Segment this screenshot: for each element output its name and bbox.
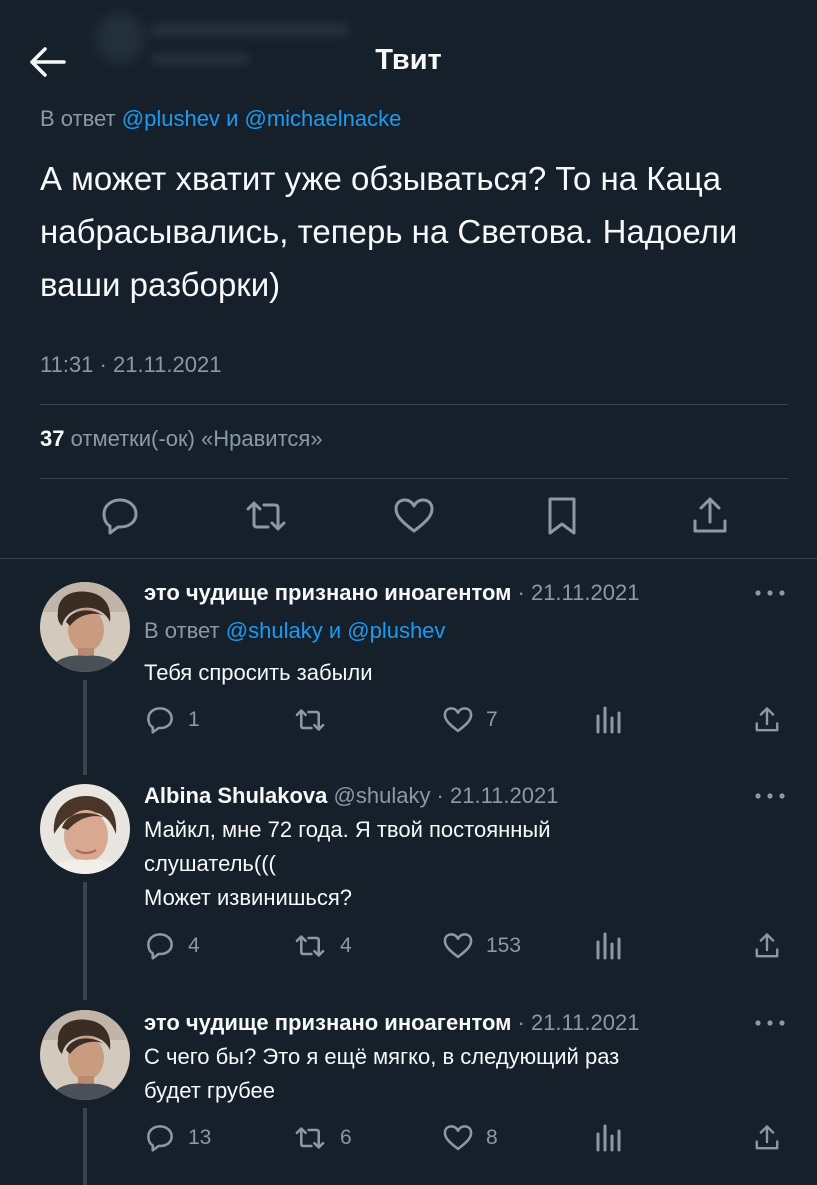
top-bar: Твит	[0, 0, 817, 110]
reply-button[interactable]: 4	[144, 928, 200, 964]
reply-and: и	[226, 106, 239, 131]
reply-action-bar: 4 4 153	[144, 928, 794, 964]
tweet-timestamp[interactable]: 11:31 · 21.11.2021	[40, 352, 221, 378]
like-icon[interactable]	[392, 494, 436, 538]
retweet-icon	[295, 935, 325, 957]
analytics-icon[interactable]	[594, 928, 622, 964]
reply-button[interactable]: 13	[144, 1120, 211, 1156]
reply-text-line: будет грубее	[144, 1078, 276, 1103]
like-count: 153	[486, 934, 522, 957]
likes-summary[interactable]: 37 отметки(-ок) «Нравится»	[40, 426, 323, 452]
mention-link[interactable]: @shulaky	[226, 618, 323, 643]
reply-header: Albina Shulakova @shulaky · 21.11.2021	[144, 783, 558, 809]
more-icon[interactable]	[752, 1013, 788, 1033]
reply-button[interactable]: 1	[144, 702, 200, 738]
like-button[interactable]: 8	[442, 1120, 498, 1156]
author-name[interactable]: это чудище признано иноагентом	[144, 580, 511, 605]
author-name[interactable]: это чудище признано иноагентом	[144, 1010, 511, 1035]
reply-text-line: С чего бы? Это я ещё мягко, в следующий …	[144, 1044, 620, 1069]
like-count: 8	[486, 1126, 498, 1149]
more-icon[interactable]	[752, 786, 788, 806]
reply-text: С чего бы? Это я ещё мягко, в следующий …	[144, 1040, 764, 1108]
reply-prefix: В ответ	[40, 106, 116, 131]
reply-meta: @shulaky · 21.11.2021	[333, 783, 559, 808]
avatar[interactable]	[40, 582, 130, 672]
like-button[interactable]: 7	[442, 702, 498, 738]
reply-icon	[147, 1125, 173, 1152]
reply-context: В ответ @shulaky и @plushev	[144, 618, 445, 644]
share-icon[interactable]	[752, 928, 782, 964]
reply-count: 4	[188, 934, 200, 957]
author-name[interactable]: Albina Shulakova	[144, 783, 327, 808]
divider	[40, 478, 788, 479]
retweet-icon	[295, 709, 325, 731]
reply-action-bar: 13 6 8	[144, 1120, 794, 1156]
retweet-count: 4	[340, 934, 352, 957]
analytics-icon[interactable]	[594, 702, 622, 738]
like-icon	[443, 707, 473, 733]
thread-line	[83, 1108, 87, 1185]
divider	[40, 404, 788, 405]
analytics-icon[interactable]	[594, 1120, 622, 1156]
thread-line	[83, 882, 87, 1000]
avatar[interactable]	[40, 1010, 130, 1100]
avatar[interactable]	[40, 784, 130, 874]
like-icon	[443, 1125, 473, 1151]
reply-text: Тебя спросить забыли	[144, 660, 373, 685]
likes-count: 37	[40, 426, 65, 451]
like-count: 7	[486, 708, 498, 731]
retweet-button[interactable]: 4	[292, 928, 352, 964]
share-icon[interactable]	[752, 702, 782, 738]
likes-label: отметки(-ок) «Нравится»	[70, 426, 323, 451]
page-title: Твит	[375, 44, 442, 76]
reply-and: и	[328, 618, 342, 643]
reply-text-line: Майкл, мне 72 года. Я твой постоянный	[144, 817, 551, 842]
mention-link[interactable]: @plushev	[347, 618, 445, 643]
reply-count: 1	[188, 708, 200, 731]
mention-link[interactable]: @plushev	[122, 106, 220, 131]
share-icon[interactable]	[688, 494, 732, 538]
reply-action-bar: 1 7	[144, 702, 794, 738]
tweet-action-bar	[0, 494, 817, 544]
share-icon[interactable]	[752, 1120, 782, 1156]
reply-icon	[147, 707, 173, 734]
retweet-button[interactable]: 6	[292, 1120, 352, 1156]
thread-line	[83, 680, 87, 775]
bookmark-icon[interactable]	[540, 494, 584, 538]
retweet-icon	[295, 1127, 325, 1149]
retweet-count: 6	[340, 1126, 352, 1149]
reply-prefix: В ответ	[144, 618, 220, 643]
like-icon	[443, 933, 473, 959]
mention-link[interactable]: @michaelnacke	[244, 106, 401, 131]
more-icon[interactable]	[752, 583, 788, 603]
reply-text-line: Может извинишься?	[144, 885, 353, 910]
reply-text-line: слушатель(((	[144, 851, 276, 876]
tweet-text: А может хватит уже обзываться? То на Кац…	[40, 160, 738, 303]
retweet-icon[interactable]	[244, 494, 288, 538]
reply-header: это чудище признано иноагентом · 21.11.2…	[144, 580, 639, 606]
retweet-button[interactable]	[292, 702, 340, 738]
reply-icon[interactable]	[98, 494, 142, 538]
reply-icon	[147, 933, 173, 960]
like-button[interactable]: 153	[442, 928, 521, 964]
reply-count: 13	[188, 1126, 212, 1149]
reply-context: В ответ @plushev и @michaelnacke	[40, 106, 401, 132]
divider	[0, 558, 817, 559]
reply-header: это чудище признано иноагентом · 21.11.2…	[144, 1010, 639, 1036]
reply-meta: · 21.11.2021	[517, 1010, 640, 1035]
reply-text: Майкл, мне 72 года. Я твой постоянный сл…	[144, 813, 764, 915]
reply-meta: · 21.11.2021	[517, 580, 640, 605]
